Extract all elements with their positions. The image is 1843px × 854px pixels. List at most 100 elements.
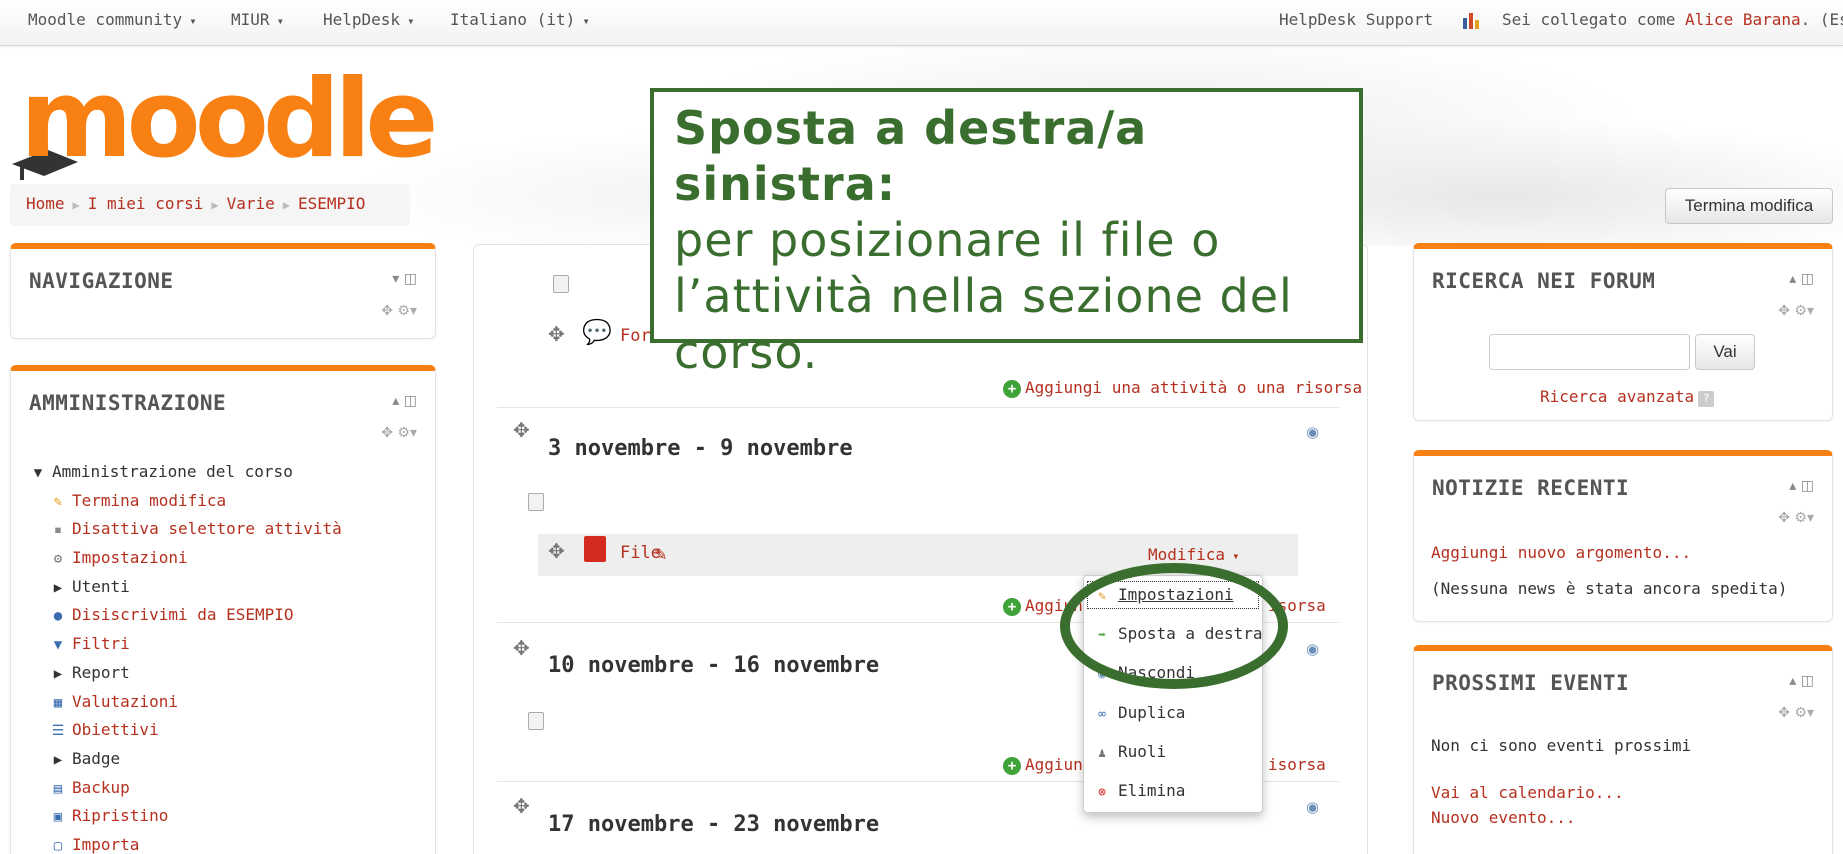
delete-icon: ⊗ (1098, 785, 1106, 800)
settings-icon: ⚙ (53, 551, 63, 568)
new-event-link[interactable]: Nuovo evento... (1431, 808, 1576, 827)
report-chart-icon[interactable] (1461, 9, 1483, 35)
menu-item-roles[interactable]: ♟ Ruoli (1084, 735, 1262, 769)
block-actions-icon[interactable]: ✥ ⚙▾ (381, 425, 417, 441)
import-icon: ▢ (53, 837, 63, 854)
section-summary-icon[interactable] (553, 275, 569, 293)
breadcrumb-home[interactable]: Home (26, 194, 65, 213)
forum-search-button[interactable]: Vai (1695, 334, 1755, 370)
menu-helpdesk[interactable]: HelpDesk (323, 10, 415, 29)
moodle-logo[interactable]: moodle (10, 60, 439, 180)
section-title[interactable]: 17 novembre - 23 novembre (548, 812, 879, 837)
helpdesk-support-link[interactable]: HelpDesk Support (1279, 10, 1433, 29)
menu-item-duplicate[interactable]: ∞ Duplica (1084, 696, 1262, 730)
user-icon: ● (53, 608, 63, 625)
bullet-icon: ▪ (53, 522, 63, 539)
admin-item[interactable]: ▢ Importa (28, 831, 342, 854)
menu-moodle-community[interactable]: Moodle community (28, 10, 197, 29)
block-title: NAVIGAZIONE (29, 269, 174, 293)
forum-icon: 💬 (582, 318, 612, 346)
admin-item[interactable]: ▼ Amministrazione del corso (28, 458, 342, 487)
block-title: NOTIZIE RECENTI (1432, 476, 1630, 500)
breadcrumb-course[interactable]: ESEMPIO (298, 194, 365, 213)
block-title: RICERCA NEI FORUM (1432, 269, 1656, 293)
no-events-text: Non ci sono eventi prossimi (1431, 736, 1692, 755)
admin-item[interactable]: ▦ Valutazioni (28, 688, 342, 717)
breadcrumb-my-courses[interactable]: I miei corsi (88, 194, 204, 213)
admin-item[interactable]: ▤ Backup (28, 774, 342, 803)
add-topic-link[interactable]: Aggiungi nuovo argomento... (1431, 543, 1691, 562)
section-divider (497, 407, 1339, 408)
add-icon: + (1003, 757, 1021, 775)
block-title: AMMINISTRAZIONE (29, 391, 227, 415)
breadcrumb-separator-icon: ▶ (72, 198, 80, 212)
admin-item[interactable]: ▼ Filtri (28, 630, 342, 659)
forum-search-input[interactable] (1489, 334, 1690, 370)
top-navbar: Moodle community MIUR HelpDesk Italiano … (0, 0, 1843, 46)
user-name-link[interactable]: Alice Barana (1685, 10, 1801, 29)
breadcrumb-separator-icon: ▶ (211, 198, 219, 212)
calendar-link[interactable]: Vai al calendario... (1431, 783, 1624, 802)
stop-editing-button[interactable]: Termina modifica (1665, 188, 1833, 224)
logged-in-text: Sei collegato come Alice Barana. (Esci) (1502, 10, 1843, 29)
admin-item[interactable]: ✎ Termina modifica (28, 487, 342, 516)
section-title[interactable]: 3 novembre - 9 novembre (548, 436, 853, 461)
move-icon[interactable]: ✥ (548, 322, 565, 346)
eye-icon[interactable]: ◉ (1306, 640, 1319, 658)
section-summary-icon[interactable] (528, 712, 544, 730)
help-icon[interactable]: ? (1698, 391, 1715, 407)
add-activity-link[interactable]: + Aggiungi una attività o una risorsa (1003, 378, 1362, 398)
breadcrumb-category[interactable]: Varie (227, 194, 275, 213)
block-dock-icon[interactable]: ▴ ◫ (1789, 673, 1814, 689)
move-icon[interactable]: ✥ (513, 636, 530, 660)
add-icon: + (1003, 380, 1021, 398)
advanced-search-link[interactable]: Ricerca avanzata? (1540, 387, 1715, 407)
logout-link[interactable]: (Esci) (1820, 10, 1843, 29)
menu-item-delete[interactable]: ⊗ Elimina (1084, 774, 1262, 808)
pdf-file-icon (584, 536, 606, 562)
edit-title-icon[interactable]: ✎ (654, 545, 667, 564)
admin-item[interactable]: ▶ Report (28, 659, 342, 688)
add-activity-link-tail[interactable]: isorsa (1268, 755, 1326, 774)
language-menu[interactable]: Italiano (it) (450, 10, 590, 29)
section-summary-icon[interactable] (528, 493, 544, 511)
triangle-right-icon: ▶ (53, 665, 63, 682)
logo-text: moodle (20, 57, 439, 182)
menu-miur[interactable]: MIUR (231, 10, 284, 29)
forum-activity-link[interactable]: For (620, 326, 651, 346)
admin-item[interactable]: ⚙ Impostazioni (28, 544, 342, 573)
block-actions-icon[interactable]: ✥ ⚙▾ (1778, 510, 1814, 526)
section-title[interactable]: 10 novembre - 16 novembre (548, 653, 879, 678)
move-icon[interactable]: ✥ (548, 539, 565, 563)
admin-item[interactable]: ▣ Ripristino (28, 802, 342, 831)
block-title: PROSSIMI EVENTI (1432, 671, 1630, 695)
block-actions-icon[interactable]: ✥ ⚙▾ (1778, 303, 1814, 319)
block-dock-icon[interactable]: ▴ ◫ (1789, 271, 1814, 287)
block-actions-icon[interactable]: ✥ ⚙▾ (1778, 705, 1814, 721)
backup-icon: ▤ (53, 780, 63, 797)
duplicate-icon: ∞ (1098, 707, 1106, 722)
add-icon: + (1003, 598, 1021, 616)
admin-item[interactable]: ▶ Badge (28, 745, 342, 774)
triangle-down-icon: ▼ (33, 465, 43, 481)
block-dock-icon[interactable]: ▴ ◫ (392, 393, 417, 409)
highlight-ring (1060, 563, 1288, 689)
move-icon[interactable]: ✥ (513, 418, 530, 442)
eye-icon[interactable]: ◉ (1306, 798, 1319, 816)
block-actions-icon[interactable]: ✥ ⚙▾ (381, 303, 417, 319)
move-icon[interactable]: ✥ (513, 794, 530, 818)
navigation-block: NAVIGAZIONE ▾ ◫ ✥ ⚙▾ (10, 243, 436, 339)
block-dock-icon[interactable]: ▴ ◫ (1789, 478, 1814, 494)
admin-item[interactable]: ▶ Utenti (28, 573, 342, 602)
admin-item[interactable]: ▪ Disattiva selettore attività (28, 515, 342, 544)
block-dock-icon[interactable]: ▾ ◫ (392, 271, 417, 287)
filter-icon: ▼ (53, 637, 63, 654)
roles-icon: ♟ (1098, 746, 1106, 761)
modifica-menu-link[interactable]: Modifica ▾ (1148, 545, 1240, 564)
triangle-right-icon: ▶ (53, 579, 63, 596)
admin-item[interactable]: ☰ Obiettivi (28, 716, 342, 745)
breadcrumb: Home ▶ I miei corsi ▶ Varie ▶ ESEMPIO (10, 184, 410, 226)
breadcrumb-separator-icon: ▶ (282, 198, 290, 212)
eye-icon[interactable]: ◉ (1306, 423, 1319, 441)
admin-item[interactable]: ● Disiscrivimi da ESEMPIO (28, 601, 342, 630)
